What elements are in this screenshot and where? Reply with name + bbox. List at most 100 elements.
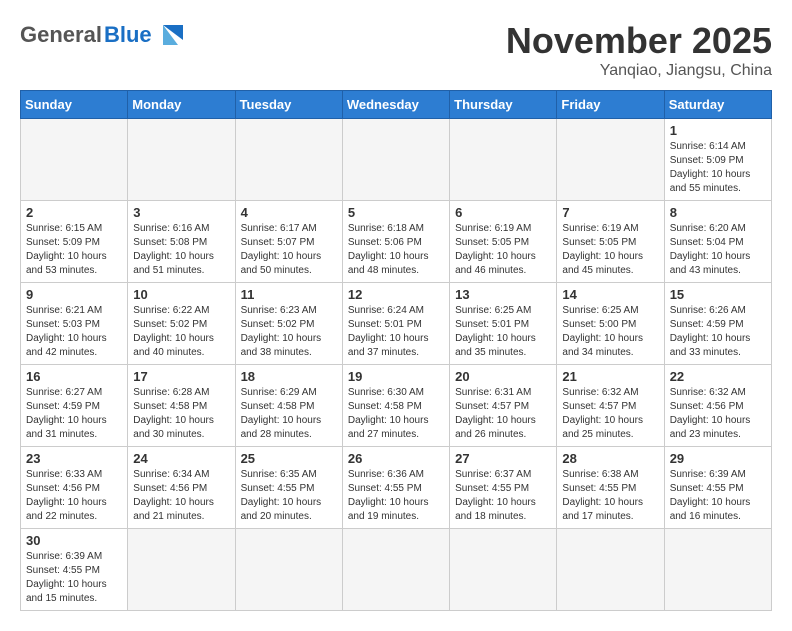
day-cell-15: 15 Sunrise: 6:26 AMSunset: 4:59 PMDaylig… [664, 283, 771, 365]
day-number: 2 [26, 205, 122, 220]
day-info: Sunrise: 6:31 AMSunset: 4:57 PMDaylight:… [455, 387, 536, 440]
day-number: 1 [670, 123, 766, 138]
month-title: November 2025 [506, 20, 772, 62]
day-cell-26: 26 Sunrise: 6:36 AMSunset: 4:55 PMDaylig… [342, 447, 449, 529]
logo: General Blue [20, 20, 188, 50]
day-number: 17 [133, 369, 229, 384]
day-cell-7: 7 Sunrise: 6:19 AMSunset: 5:05 PMDayligh… [557, 201, 664, 283]
day-cell-4: 4 Sunrise: 6:17 AMSunset: 5:07 PMDayligh… [235, 201, 342, 283]
day-cell-23: 23 Sunrise: 6:33 AMSunset: 4:56 PMDaylig… [21, 447, 128, 529]
day-number: 26 [348, 451, 444, 466]
day-number: 16 [26, 369, 122, 384]
day-cell-5: 5 Sunrise: 6:18 AMSunset: 5:06 PMDayligh… [342, 201, 449, 283]
day-info: Sunrise: 6:22 AMSunset: 5:02 PMDaylight:… [133, 305, 214, 358]
empty-cell [128, 529, 235, 611]
day-number: 10 [133, 287, 229, 302]
empty-cell [450, 529, 557, 611]
day-cell-21: 21 Sunrise: 6:32 AMSunset: 4:57 PMDaylig… [557, 365, 664, 447]
day-number: 14 [562, 287, 658, 302]
logo-icon [158, 20, 188, 50]
day-cell-30: 30 Sunrise: 6:39 AMSunset: 4:55 PMDaylig… [21, 529, 128, 611]
day-info: Sunrise: 6:21 AMSunset: 5:03 PMDaylight:… [26, 305, 107, 358]
day-info: Sunrise: 6:39 AMSunset: 4:55 PMDaylight:… [26, 551, 107, 604]
day-cell-17: 17 Sunrise: 6:28 AMSunset: 4:58 PMDaylig… [128, 365, 235, 447]
day-info: Sunrise: 6:34 AMSunset: 4:56 PMDaylight:… [133, 469, 214, 522]
title-area: November 2025 Yanqiao, Jiangsu, China [506, 20, 772, 80]
day-info: Sunrise: 6:39 AMSunset: 4:55 PMDaylight:… [670, 469, 751, 522]
day-info: Sunrise: 6:28 AMSunset: 4:58 PMDaylight:… [133, 387, 214, 440]
day-number: 24 [133, 451, 229, 466]
day-info: Sunrise: 6:23 AMSunset: 5:02 PMDaylight:… [241, 305, 322, 358]
logo-general-text: General [20, 22, 102, 48]
day-info: Sunrise: 6:29 AMSunset: 4:58 PMDaylight:… [241, 387, 322, 440]
day-cell-1: 1 Sunrise: 6:14 AMSunset: 5:09 PMDayligh… [664, 119, 771, 201]
day-number: 9 [26, 287, 122, 302]
table-row: 16 Sunrise: 6:27 AMSunset: 4:59 PMDaylig… [21, 365, 772, 447]
day-info: Sunrise: 6:17 AMSunset: 5:07 PMDaylight:… [241, 223, 322, 276]
day-number: 21 [562, 369, 658, 384]
day-cell-19: 19 Sunrise: 6:30 AMSunset: 4:58 PMDaylig… [342, 365, 449, 447]
day-number: 8 [670, 205, 766, 220]
day-info: Sunrise: 6:16 AMSunset: 5:08 PMDaylight:… [133, 223, 214, 276]
day-number: 6 [455, 205, 551, 220]
header-wednesday: Wednesday [342, 91, 449, 119]
day-info: Sunrise: 6:19 AMSunset: 5:05 PMDaylight:… [562, 223, 643, 276]
day-cell-2: 2 Sunrise: 6:15 AMSunset: 5:09 PMDayligh… [21, 201, 128, 283]
day-number: 13 [455, 287, 551, 302]
logo-blue-text: Blue [104, 22, 152, 48]
day-number: 23 [26, 451, 122, 466]
header-monday: Monday [128, 91, 235, 119]
header-sunday: Sunday [21, 91, 128, 119]
day-info: Sunrise: 6:26 AMSunset: 4:59 PMDaylight:… [670, 305, 751, 358]
day-cell-9: 9 Sunrise: 6:21 AMSunset: 5:03 PMDayligh… [21, 283, 128, 365]
day-cell-12: 12 Sunrise: 6:24 AMSunset: 5:01 PMDaylig… [342, 283, 449, 365]
day-info: Sunrise: 6:37 AMSunset: 4:55 PMDaylight:… [455, 469, 536, 522]
empty-cell [450, 119, 557, 201]
day-info: Sunrise: 6:19 AMSunset: 5:05 PMDaylight:… [455, 223, 536, 276]
day-number: 20 [455, 369, 551, 384]
day-info: Sunrise: 6:38 AMSunset: 4:55 PMDaylight:… [562, 469, 643, 522]
day-info: Sunrise: 6:15 AMSunset: 5:09 PMDaylight:… [26, 223, 107, 276]
day-info: Sunrise: 6:35 AMSunset: 4:55 PMDaylight:… [241, 469, 322, 522]
weekday-header-row: Sunday Monday Tuesday Wednesday Thursday… [21, 91, 772, 119]
day-info: Sunrise: 6:32 AMSunset: 4:57 PMDaylight:… [562, 387, 643, 440]
day-cell-13: 13 Sunrise: 6:25 AMSunset: 5:01 PMDaylig… [450, 283, 557, 365]
day-cell-14: 14 Sunrise: 6:25 AMSunset: 5:00 PMDaylig… [557, 283, 664, 365]
day-cell-16: 16 Sunrise: 6:27 AMSunset: 4:59 PMDaylig… [21, 365, 128, 447]
day-cell-8: 8 Sunrise: 6:20 AMSunset: 5:04 PMDayligh… [664, 201, 771, 283]
day-info: Sunrise: 6:20 AMSunset: 5:04 PMDaylight:… [670, 223, 751, 276]
day-cell-10: 10 Sunrise: 6:22 AMSunset: 5:02 PMDaylig… [128, 283, 235, 365]
empty-cell [342, 119, 449, 201]
empty-cell [342, 529, 449, 611]
day-info: Sunrise: 6:36 AMSunset: 4:55 PMDaylight:… [348, 469, 429, 522]
day-number: 3 [133, 205, 229, 220]
day-cell-6: 6 Sunrise: 6:19 AMSunset: 5:05 PMDayligh… [450, 201, 557, 283]
location: Yanqiao, Jiangsu, China [506, 62, 772, 80]
empty-cell [557, 119, 664, 201]
header-thursday: Thursday [450, 91, 557, 119]
day-cell-22: 22 Sunrise: 6:32 AMSunset: 4:56 PMDaylig… [664, 365, 771, 447]
day-info: Sunrise: 6:25 AMSunset: 5:01 PMDaylight:… [455, 305, 536, 358]
day-info: Sunrise: 6:18 AMSunset: 5:06 PMDaylight:… [348, 223, 429, 276]
day-number: 11 [241, 287, 337, 302]
empty-cell [21, 119, 128, 201]
header-tuesday: Tuesday [235, 91, 342, 119]
day-number: 5 [348, 205, 444, 220]
day-number: 7 [562, 205, 658, 220]
day-info: Sunrise: 6:14 AMSunset: 5:09 PMDaylight:… [670, 141, 751, 194]
empty-cell [128, 119, 235, 201]
page-header: General Blue November 2025 Yanqiao, Jian… [20, 20, 772, 80]
day-info: Sunrise: 6:33 AMSunset: 4:56 PMDaylight:… [26, 469, 107, 522]
calendar-table: Sunday Monday Tuesday Wednesday Thursday… [20, 90, 772, 611]
empty-cell [557, 529, 664, 611]
table-row: 9 Sunrise: 6:21 AMSunset: 5:03 PMDayligh… [21, 283, 772, 365]
day-number: 19 [348, 369, 444, 384]
day-number: 15 [670, 287, 766, 302]
table-row: 30 Sunrise: 6:39 AMSunset: 4:55 PMDaylig… [21, 529, 772, 611]
day-number: 30 [26, 533, 122, 548]
day-cell-24: 24 Sunrise: 6:34 AMSunset: 4:56 PMDaylig… [128, 447, 235, 529]
day-cell-29: 29 Sunrise: 6:39 AMSunset: 4:55 PMDaylig… [664, 447, 771, 529]
day-number: 18 [241, 369, 337, 384]
day-cell-25: 25 Sunrise: 6:35 AMSunset: 4:55 PMDaylig… [235, 447, 342, 529]
day-number: 29 [670, 451, 766, 466]
